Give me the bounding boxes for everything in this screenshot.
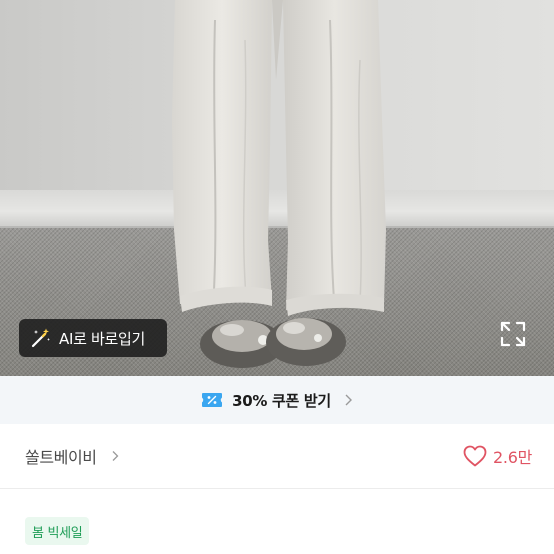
magic-wand-icon — [31, 328, 50, 348]
shop-row: 쏠트베이비 2.6만 — [0, 424, 554, 489]
chevron-right-icon — [345, 394, 352, 406]
sale-badge: 봄 빅세일 — [25, 517, 90, 545]
sale-badge-label: 봄 빅세일 — [32, 525, 83, 541]
coupon-bar[interactable]: 30% 쿠폰 받기 — [0, 376, 554, 424]
like-count: 2.6만 — [493, 448, 532, 467]
heart-icon — [463, 445, 487, 467]
shop-link[interactable]: 쏠트베이비 — [25, 443, 119, 469]
chevron-right-icon — [112, 451, 119, 461]
like-button[interactable]: 2.6만 — [463, 443, 532, 469]
ai-try-on-button[interactable]: AI로 바로입기 — [19, 319, 167, 357]
product-image[interactable]: AI로 바로입기 — [0, 0, 554, 376]
shop-name: 쏠트베이비 — [25, 448, 97, 467]
ai-try-on-label: AI로 바로입기 — [59, 329, 146, 348]
expand-icon[interactable] — [499, 320, 527, 348]
coupon-text: 30% 쿠폰 받기 — [232, 391, 331, 410]
coupon-percent-icon — [202, 393, 223, 407]
